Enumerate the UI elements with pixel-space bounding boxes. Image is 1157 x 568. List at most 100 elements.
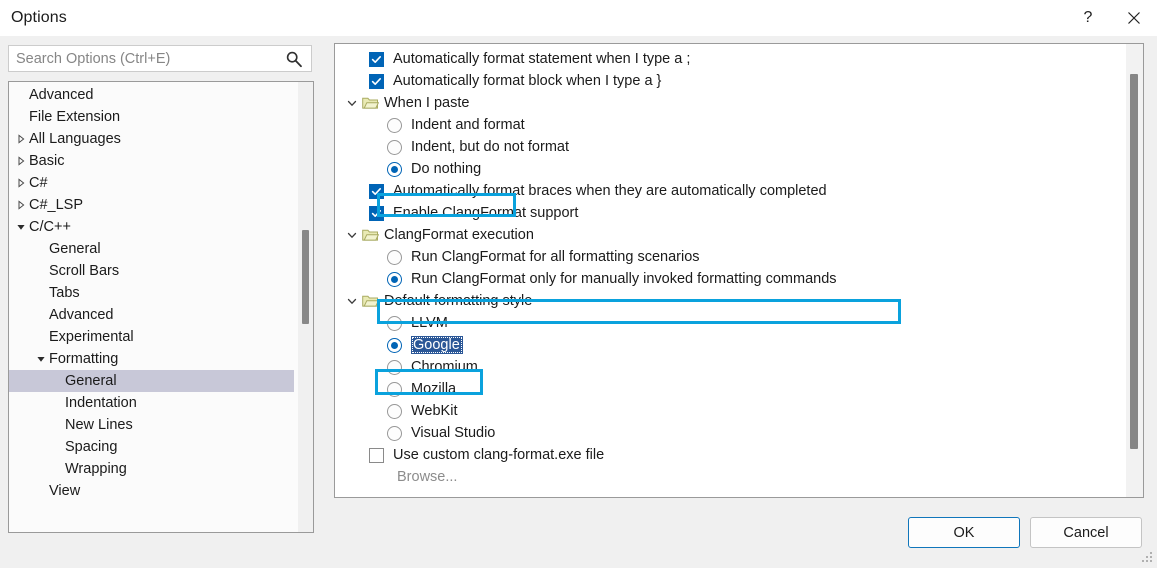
tree-item-file-extension[interactable]: File Extension <box>9 106 294 128</box>
checkbox-automatically-format-statement-when-i-type-a[interactable]: Automatically format statement when I ty… <box>335 48 1107 70</box>
checkbox-use-custom-clang-format-exe-file[interactable]: Use custom clang-format.exe file <box>335 444 1107 466</box>
window-title: Options <box>11 9 67 26</box>
tree-item-indentation[interactable]: Indentation <box>9 392 294 414</box>
checkbox-enable-clangformat-support[interactable]: Enable ClangFormat support <box>335 202 1107 224</box>
radio-run-clangformat-for-all-formatting-scenarios[interactable]: Run ClangFormat for all formatting scena… <box>335 246 1107 268</box>
radio-selected-icon[interactable] <box>387 337 402 353</box>
option-label: Browse... <box>397 469 458 485</box>
radio-unselected-icon[interactable] <box>387 381 402 397</box>
chevron-down-icon[interactable] <box>343 92 361 114</box>
tree-item-new-lines[interactable]: New Lines <box>9 414 294 436</box>
tree-item-wrapping[interactable]: Wrapping <box>9 458 294 480</box>
chevron-down-icon[interactable] <box>33 348 49 370</box>
option-group-when-i-paste[interactable]: When I paste <box>335 92 1107 114</box>
radio-unselected-icon[interactable] <box>387 249 402 265</box>
checkbox-automatically-format-block-when-i-type-a[interactable]: Automatically format block when I type a… <box>335 70 1107 92</box>
tree-item-label: Tabs <box>49 285 80 301</box>
option-label: WebKit <box>411 403 458 419</box>
radio-indent-and-format[interactable]: Indent and format <box>335 114 1107 136</box>
option-group-clangformat-execution[interactable]: ClangFormat execution <box>335 224 1107 246</box>
tree-item-c[interactable]: C# <box>9 172 294 194</box>
left-pane <box>8 45 314 72</box>
options-scrollbar-thumb[interactable] <box>1130 74 1138 449</box>
options-scrollbar[interactable] <box>1126 44 1143 497</box>
checkbox-automatically-format-braces-when-they-are-auto[interactable]: Automatically format braces when they ar… <box>335 180 1107 202</box>
tree-item-general[interactable]: General <box>9 238 294 260</box>
radio-unselected-icon[interactable] <box>387 359 402 375</box>
close-button[interactable] <box>1111 0 1157 36</box>
tree-item-label: General <box>65 373 117 389</box>
chevron-down-icon[interactable] <box>13 216 29 238</box>
chevron-down-icon[interactable] <box>343 290 361 312</box>
chevron-down-icon[interactable] <box>343 224 361 246</box>
radio-unselected-icon[interactable] <box>387 425 402 441</box>
tree-item-label: Indentation <box>65 395 137 411</box>
radio-google[interactable]: Google <box>335 334 1107 356</box>
tree-item-c-c[interactable]: C/C++ <box>9 216 294 238</box>
cancel-button[interactable]: Cancel <box>1030 517 1142 548</box>
browse-link[interactable]: Browse... <box>335 466 1107 488</box>
tree-item-tabs[interactable]: Tabs <box>9 282 294 304</box>
tree-item-general[interactable]: General <box>9 370 294 392</box>
radio-unselected-icon[interactable] <box>387 117 402 133</box>
tree-scrollbar-thumb[interactable] <box>302 230 309 324</box>
checkbox-checked-icon[interactable] <box>369 205 384 221</box>
search-icon[interactable] <box>285 50 303 68</box>
tree-item-label: General <box>49 241 101 257</box>
tree-item-view[interactable]: View <box>9 480 294 502</box>
radio-indent-but-do-not-format[interactable]: Indent, but do not format <box>335 136 1107 158</box>
options-tree: Advanced File Extension All Languages Basic… <box>9 84 294 502</box>
resize-grip[interactable] <box>1142 552 1154 564</box>
checkbox-unchecked-icon[interactable] <box>369 447 384 463</box>
tree-item-advanced[interactable]: Advanced <box>9 304 294 326</box>
tree-item-basic[interactable]: Basic <box>9 150 294 172</box>
checkbox-checked-icon[interactable] <box>369 73 384 89</box>
radio-unselected-icon[interactable] <box>387 139 402 155</box>
tree-scrollbar[interactable] <box>298 82 313 532</box>
option-label: Mozilla <box>411 381 457 397</box>
checkbox-checked-icon[interactable] <box>369 183 384 199</box>
ok-button[interactable]: OK <box>908 517 1020 548</box>
selected-option-highlight: Google <box>411 336 463 354</box>
radio-mozilla[interactable]: Mozilla <box>335 378 1107 400</box>
chevron-right-icon[interactable] <box>13 150 29 172</box>
radio-webkit[interactable]: WebKit <box>335 400 1107 422</box>
chevron-right-icon[interactable] <box>13 194 29 216</box>
chevron-right-icon[interactable] <box>13 172 29 194</box>
radio-llvm[interactable]: LLVM <box>335 312 1107 334</box>
chevron-right-icon[interactable] <box>13 128 29 150</box>
radio-chromium[interactable]: Chromium <box>335 356 1107 378</box>
window-controls: ? <box>1065 0 1157 36</box>
radio-unselected-icon[interactable] <box>387 403 402 419</box>
tree-item-scroll-bars[interactable]: Scroll Bars <box>9 260 294 282</box>
dialog-body: Advanced File Extension All Languages Basic… <box>0 36 1157 567</box>
radio-do-nothing[interactable]: Do nothing <box>335 158 1107 180</box>
radio-run-clangformat-only-for-manually-invoked-form[interactable]: Run ClangFormat only for manually invoke… <box>335 268 1107 290</box>
tree-item-advanced[interactable]: Advanced <box>9 84 294 106</box>
radio-visual-studio[interactable]: Visual Studio <box>335 422 1107 444</box>
option-label: Automatically format statement when I ty… <box>393 51 691 67</box>
checkbox-checked-icon[interactable] <box>369 51 384 67</box>
option-group-default-formatting-style[interactable]: Default formatting style <box>335 290 1107 312</box>
help-button[interactable]: ? <box>1065 0 1111 36</box>
tree-item-spacing[interactable]: Spacing <box>9 436 294 458</box>
question-mark-icon: ? <box>1083 9 1093 26</box>
tree-item-c-lsp[interactable]: C#_LSP <box>9 194 294 216</box>
search-box[interactable] <box>8 45 312 72</box>
tree-item-formatting[interactable]: Formatting <box>9 348 294 370</box>
tree-item-label: New Lines <box>65 417 133 433</box>
radio-unselected-icon[interactable] <box>387 315 402 331</box>
tree-item-experimental[interactable]: Experimental <box>9 326 294 348</box>
option-label: Enable ClangFormat support <box>393 205 579 221</box>
tree-item-all-languages[interactable]: All Languages <box>9 128 294 150</box>
tree-item-label: Scroll Bars <box>49 263 120 279</box>
radio-selected-icon[interactable] <box>387 161 402 177</box>
search-input[interactable] <box>9 46 278 71</box>
radio-selected-icon[interactable] <box>387 271 402 287</box>
